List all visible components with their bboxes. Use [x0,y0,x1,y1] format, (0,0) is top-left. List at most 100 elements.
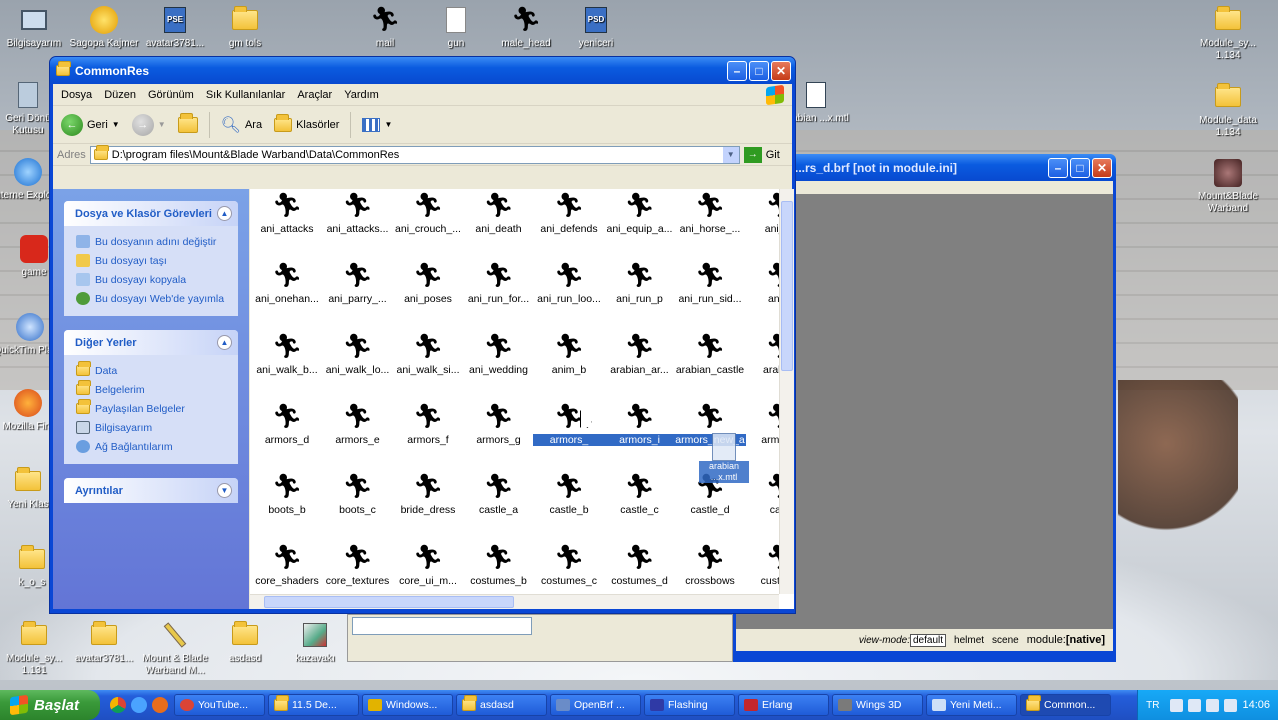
file-item[interactable]: 🏃︎ ani_wedding [463,332,535,394]
desktop-icon-kazavaki[interactable]: kazavakı [277,620,353,665]
file-item[interactable]: 🏃︎ castle_a [463,472,535,534]
place-network[interactable]: Ağ Bağlantılarım [76,437,228,456]
menu-gorunum[interactable]: Görünüm [144,89,202,101]
desktop-icon-sagopa[interactable]: Sagopa Kajmer Kal... [66,5,142,50]
file-item[interactable]: 🏃︎ ani_onehan... [251,261,323,323]
chrome-icon[interactable] [110,697,126,713]
folders-button[interactable]: Klasörler [270,113,343,134]
expand-icon[interactable]: ▼ [217,483,232,498]
file-item[interactable]: 🏃︎ ani_horse_... [674,191,746,253]
desktop-icon-my-computer[interactable]: Bilgisayarım [0,5,72,50]
back-button[interactable]: ← Geri ▼ [57,112,124,138]
up-folder-button[interactable] [174,112,202,135]
menu-duzen[interactable]: Düzen [100,89,144,101]
file-item[interactable]: 🏃︎ ani_attacks [251,191,323,253]
maximize-button[interactable]: □ [749,60,769,81]
close-button[interactable]: ✕ [1092,157,1112,178]
task-asdasd[interactable]: asdasd [456,694,547,716]
file-item[interactable]: 🏃︎ armors_f [392,402,464,464]
view-mode-default[interactable]: default [910,633,947,647]
file-item[interactable]: 🏃︎ ani_walk_lo... [322,332,394,394]
desktop-icon-avatar[interactable]: PSE avatar3781... [137,5,213,50]
file-item[interactable]: 🏃︎ anim_b [533,332,605,394]
search-button[interactable]: 🔍︎ Ara [217,113,266,137]
file-item[interactable]: 🏃︎ ani_equip_a... [604,191,676,253]
place-data[interactable]: Data [76,361,228,380]
file-item[interactable]: 🏃︎ armors_i [603,402,676,464]
file-item[interactable]: 🏃︎ bride_dress [392,472,464,534]
start-button[interactable]: Başlat [0,690,100,720]
place-my-computer[interactable]: Bilgisayarım [76,418,228,437]
forward-button[interactable]: → ▼ [128,112,170,138]
file-item[interactable]: 🏃︎ arabian_ar... [604,332,676,394]
explorer-titlebar[interactable]: CommonRes – □ ✕ [50,57,795,84]
desktop-icon-gun[interactable]: gun [418,5,494,50]
go-button[interactable]: → Git [743,146,780,163]
task-copy[interactable]: Bu dosyayı kopyala [76,270,228,289]
file-item[interactable]: 🏃︎ ani_run_for... [463,261,535,323]
file-item[interactable]: 🏃︎ boots_b [251,472,323,534]
desktop-icon-yeniceri[interactable]: PSD yeniceri [558,5,634,50]
file-item[interactable]: 🏃︎ armors_d [251,402,323,464]
task-erlang[interactable]: Erlang [738,694,829,716]
file-item[interactable]: 🏃︎ ani_run_loo... [533,261,605,323]
close-button[interactable]: ✕ [771,60,791,81]
desktop-icon-module-sys-131[interactable]: Module_sy... 1.131 [0,620,72,677]
task-windows[interactable]: Windows... [362,694,453,716]
file-item[interactable]: 🏃︎ arabian_castle [674,332,746,394]
file-item[interactable]: 🏃︎ ani_poses [392,261,464,323]
file-item[interactable]: 🏃︎ ani_attacks... [322,191,394,253]
file-item[interactable]: 🏃︎ castle_c [604,472,676,534]
language-indicator[interactable]: TR [1146,700,1159,711]
file-item[interactable]: 🏃︎ ani_run_sid... [674,261,746,323]
other-places-header[interactable]: Diğer Yerler ▲ [64,330,238,355]
volume-icon[interactable] [1206,698,1220,712]
desktop-icon-warband[interactable]: Mount&Blade Warband [1190,158,1266,215]
desktop-icon-asdasd[interactable]: asdasd [207,620,283,665]
file-item[interactable]: 🏃︎ ani_defends [533,191,605,253]
place-my-documents[interactable]: Belgelerim [76,380,228,399]
desktop-icon-mb-warband-m[interactable]: Mount & Blade Warband M... [137,620,213,677]
ie-icon[interactable] [131,697,147,713]
scroll-thumb[interactable] [781,201,793,371]
file-item[interactable]: 🏃︎ ani_walk_si... [392,332,464,394]
file-item[interactable]: 🏃︎ ani_death [463,191,535,253]
desktop-icon-gm-tols[interactable]: gm tols [207,5,283,50]
desktop-icon-module-sys-134[interactable]: Module_sy... 1.134 [1190,5,1266,62]
horizontal-scrollbar[interactable] [250,594,779,609]
file-tasks-header[interactable]: Dosya ve Klasör Görevleri ▲ [64,201,238,226]
task-commonres[interactable]: Common... [1020,694,1111,716]
menu-yardim[interactable]: Yardım [340,89,387,101]
vertical-scrollbar[interactable] [779,189,794,594]
task-openbrf[interactable]: OpenBrf ... [550,694,641,716]
desktop-icon-module-data[interactable]: Module_data 1.134 [1190,82,1266,139]
file-item[interactable]: 🏃︎ armors_g [463,402,535,464]
maximize-button[interactable]: □ [1070,157,1090,178]
file-list[interactable]: 🏃︎ ani_attacks 🏃︎ ani_attacks... 🏃︎ ani_crouc… [250,189,794,609]
scroll-thumb[interactable] [264,596,514,608]
task-publish-web[interactable]: Bu dosyayı Web'de yayımla [76,289,228,308]
chevron-down-icon[interactable]: ▼ [722,146,739,163]
file-item[interactable]: 🏃︎ armors_ [533,402,605,464]
desktop-icon-male-head[interactable]: 🏃︎ male_head [488,5,564,50]
openbrf-lower-input[interactable] [352,617,532,635]
file-item[interactable]: 🏃︎ castle_b [533,472,605,534]
task-flashing[interactable]: Flashing [644,694,735,716]
minimize-button[interactable]: – [1048,157,1068,178]
task-yeni-metin[interactable]: Yeni Meti... [926,694,1017,716]
network-icon[interactable] [1188,698,1202,712]
task-move[interactable]: Bu dosyayı taşı [76,251,228,270]
menu-araclar[interactable]: Araçlar [293,89,340,101]
place-shared-documents[interactable]: Paylaşılan Belgeler [76,399,228,418]
task-youtube[interactable]: YouTube... [174,694,265,716]
view-mode-helmet[interactable]: helmet [954,635,984,646]
task-wings3d[interactable]: Wings 3D [832,694,923,716]
file-item[interactable]: 🏃︎ ani_parry_... [322,261,394,323]
views-button[interactable]: ▼ [358,116,396,134]
address-input[interactable]: D:\program files\Mount&Blade Warband\Dat… [89,145,740,164]
file-item[interactable]: 🏃︎ ani_walk_b... [251,332,323,394]
task-11-5[interactable]: 11.5 De... [268,694,359,716]
file-item[interactable]: 🏃︎ boots_c [322,472,394,534]
collapse-icon[interactable]: ▲ [217,206,232,221]
file-item[interactable]: 🏃︎ ani_crouch_... [392,191,464,253]
